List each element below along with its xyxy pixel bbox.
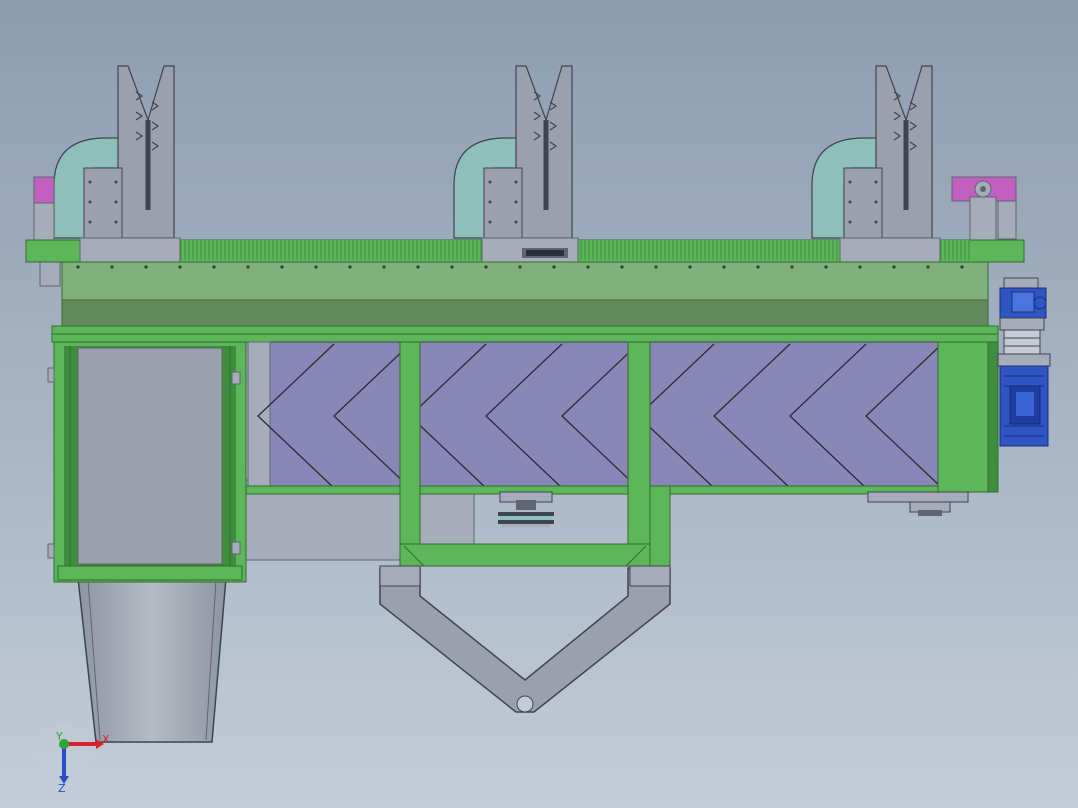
support-assemblies bbox=[53, 65, 933, 239]
inlet-box bbox=[47, 341, 247, 583]
screen-deck bbox=[245, 341, 943, 495]
hopper-body bbox=[51, 261, 999, 343]
discharge-chute bbox=[77, 577, 227, 743]
y-axis-label: Y bbox=[55, 730, 63, 743]
lower-right-bracket bbox=[867, 491, 969, 516]
v-cradle bbox=[379, 565, 671, 713]
cad-drawing-canvas[interactable]: X Y Z bbox=[0, 0, 1078, 808]
z-axis-label: Z bbox=[58, 782, 66, 795]
x-axis-label: X bbox=[102, 733, 110, 746]
right-side-pad bbox=[951, 176, 1017, 242]
support-assembly-3 bbox=[811, 65, 933, 239]
support-assembly-2 bbox=[453, 65, 573, 239]
support-assembly-1 bbox=[53, 65, 175, 239]
drive-pulley bbox=[498, 491, 554, 527]
drive-motor-assembly bbox=[997, 277, 1051, 447]
right-end-frame bbox=[937, 341, 999, 493]
top-rail bbox=[25, 237, 1025, 263]
